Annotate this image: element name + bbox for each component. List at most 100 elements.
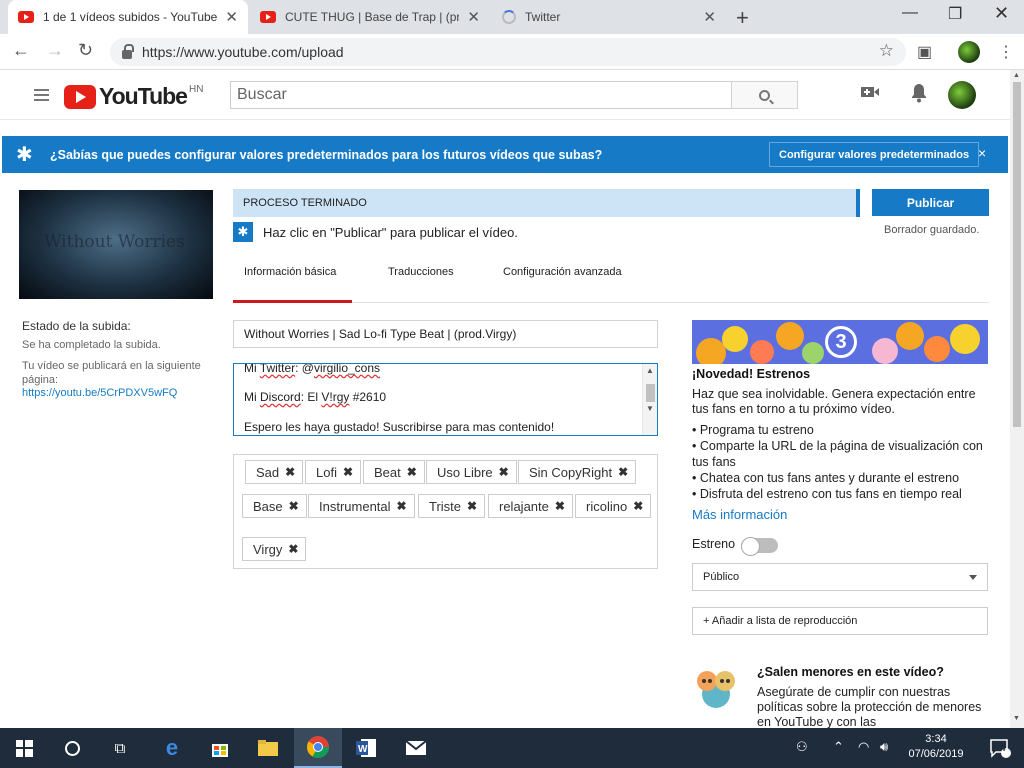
address-bar[interactable]: https://www.youtube.com/upload ☆: [110, 38, 906, 66]
close-tab-icon[interactable]: ✕: [703, 8, 716, 26]
browser-tab-cute-thug[interactable]: CUTE THUG | Base de Trap | (prod ✕: [250, 0, 490, 34]
browser-toolbar: ← → ↻ https://www.youtube.com/upload ☆ ▣…: [0, 34, 1024, 70]
taskbar-edge[interactable]: e: [148, 728, 196, 768]
description-line-closing: Espero les haya gustado! Suscribirse par…: [244, 420, 555, 434]
configure-defaults-button[interactable]: Configurar valores predeterminados: [769, 142, 980, 167]
remove-tag-icon[interactable]: ✖: [499, 465, 509, 479]
chevron-up-icon[interactable]: ⌃: [833, 739, 844, 755]
taskbar-chrome[interactable]: [294, 728, 342, 768]
search-icon: [759, 89, 770, 101]
taskbar-word[interactable]: W: [342, 728, 390, 768]
list-item: • Chatea con tus fans antes y durante el…: [692, 471, 960, 485]
remove-tag-icon[interactable]: ✖: [467, 499, 477, 513]
account-avatar[interactable]: [948, 81, 976, 109]
more-info-link[interactable]: Más información: [692, 507, 787, 522]
minimize-icon[interactable]: —: [902, 4, 918, 22]
browser-tabstrip: 1 de 1 vídeos subidos - YouTube ✕ CUTE T…: [0, 0, 1024, 34]
svg-text:W: W: [358, 744, 368, 755]
remove-tag-icon[interactable]: ✖: [555, 499, 565, 513]
scroll-thumb[interactable]: [646, 384, 655, 402]
browser-menu-icon[interactable]: ⋮: [998, 42, 1014, 62]
action-center-button[interactable]: 4: [976, 728, 1024, 768]
new-tab-icon[interactable]: +: [736, 5, 749, 31]
close-tab-icon[interactable]: ✕: [225, 8, 238, 26]
search-button[interactable]: [731, 81, 798, 109]
premiere-features: • Programa tu estreno • Comparte la URL …: [692, 422, 988, 502]
remove-tag-icon[interactable]: ✖: [633, 499, 643, 513]
close-window-icon[interactable]: ✕: [994, 3, 1009, 24]
tab-advanced-settings[interactable]: Configuración avanzada: [503, 266, 622, 278]
mail-icon: [405, 740, 427, 755]
youtube-logo[interactable]: YouTube HN: [64, 83, 203, 110]
video-link[interactable]: https://youtu.be/5CrPDXV5wFQ: [22, 387, 177, 399]
scroll-thumb[interactable]: [1013, 82, 1021, 427]
clock-time: 3:34: [925, 733, 947, 745]
profile-avatar-icon[interactable]: [958, 41, 980, 63]
premiere-toggle[interactable]: [741, 537, 778, 556]
notification-count: 4: [1000, 743, 1006, 753]
browser-tab-twitter[interactable]: Twitter ✕: [492, 0, 726, 34]
privacy-select[interactable]: Público: [692, 563, 988, 591]
tab-translations[interactable]: Traducciones: [388, 266, 454, 278]
taskbar-clock[interactable]: 3:34 07/06/2019: [900, 732, 972, 762]
page-scrollbar[interactable]: ▲ ▼: [1010, 70, 1024, 728]
tag-chip: Uso Libre ✖: [426, 460, 517, 484]
back-icon[interactable]: ←: [12, 40, 30, 61]
scroll-up-icon[interactable]: ▲: [1013, 72, 1020, 79]
remove-tag-icon[interactable]: ✖: [397, 499, 407, 513]
remove-tag-icon[interactable]: ✖: [289, 499, 299, 513]
people-icon[interactable]: ⚇: [796, 739, 808, 755]
video-description-textarea[interactable]: Mi Twitter: @virgilio_cons Mi Discord: E…: [233, 363, 658, 436]
upload-status-done: Se ha completado la subida.: [22, 339, 161, 351]
youtube-favicon-icon: [18, 11, 34, 23]
publish-note: Tu vídeo se publicará en la siguiente pá…: [22, 360, 201, 386]
extension-icon[interactable]: ▣: [917, 42, 932, 62]
scroll-up-icon[interactable]: ▲: [646, 366, 654, 375]
bookmark-star-icon[interactable]: ☆: [879, 41, 894, 61]
chrome-icon: [307, 736, 329, 758]
publish-button[interactable]: Publicar: [872, 189, 989, 216]
tab-title: CUTE THUG | Base de Trap | (prod: [285, 10, 460, 24]
address-url: https://www.youtube.com/upload: [142, 44, 344, 60]
remove-tag-icon[interactable]: ✖: [288, 542, 298, 556]
add-to-playlist-button[interactable]: + Añadir a lista de reproducción: [692, 607, 988, 635]
close-banner-icon[interactable]: ×: [978, 145, 986, 161]
list-item: • Comparte la URL de la página de visual…: [692, 439, 983, 469]
upload-video-icon[interactable]: [860, 84, 880, 105]
premiere-intro: Haz que sea inolvidable. Genera expectac…: [692, 387, 976, 416]
tags-box[interactable]: Sad ✖ Lofi ✖ Beat ✖ Uso Libre ✖ Sin CopyRigh…: [233, 454, 658, 569]
region-code: HN: [188, 84, 204, 95]
browser-tab-youtube-upload[interactable]: 1 de 1 vídeos subidos - YouTube ✕: [8, 0, 248, 34]
notifications-bell-icon[interactable]: [910, 83, 928, 108]
remove-tag-icon[interactable]: ✖: [285, 465, 295, 479]
folder-icon: [258, 740, 278, 756]
taskbar-store[interactable]: [196, 728, 244, 768]
taskbar-mail[interactable]: [392, 728, 440, 768]
video-thumbnail: Without Worries: [19, 190, 213, 299]
task-view-icon: ⧉: [114, 739, 126, 757]
start-button[interactable]: [0, 728, 48, 768]
close-tab-icon[interactable]: ✕: [467, 8, 480, 26]
forward-icon[interactable]: →: [46, 40, 64, 61]
tag-chip: Instrumental ✖: [308, 494, 415, 518]
volume-icon[interactable]: 🔊︎: [880, 739, 888, 755]
task-view-button[interactable]: ⧉: [96, 728, 144, 768]
video-title-input[interactable]: Without Worries | Sad Lo-fi Type Beat | …: [233, 320, 658, 348]
description-scrollbar[interactable]: ▲ ▼: [642, 364, 657, 435]
clock-date: 07/06/2019: [908, 748, 964, 760]
network-icon[interactable]: ◠: [858, 739, 869, 755]
remove-tag-icon[interactable]: ✖: [407, 465, 417, 479]
search-input[interactable]: Buscar: [230, 81, 732, 109]
tab-basic-info[interactable]: Información básica: [232, 266, 353, 303]
remove-tag-icon[interactable]: ✖: [618, 465, 628, 479]
taskbar-explorer[interactable]: [244, 728, 292, 768]
scroll-down-icon[interactable]: ▼: [1013, 715, 1020, 722]
remove-tag-icon[interactable]: ✖: [343, 465, 353, 479]
defaults-banner: ✱ ¿Sabías que puedes configurar valores …: [2, 136, 1008, 173]
reload-icon[interactable]: ↻: [78, 40, 93, 61]
cortana-button[interactable]: [48, 728, 96, 768]
windows-taskbar: ⧉ e W ⚇ ⌃ ◠ 🔊︎ 3:34 07/06/2019 4: [0, 728, 1024, 768]
guide-menu-icon[interactable]: [34, 89, 49, 104]
scroll-down-icon[interactable]: ▼: [646, 404, 654, 413]
restore-icon[interactable]: ❐: [948, 4, 962, 24]
